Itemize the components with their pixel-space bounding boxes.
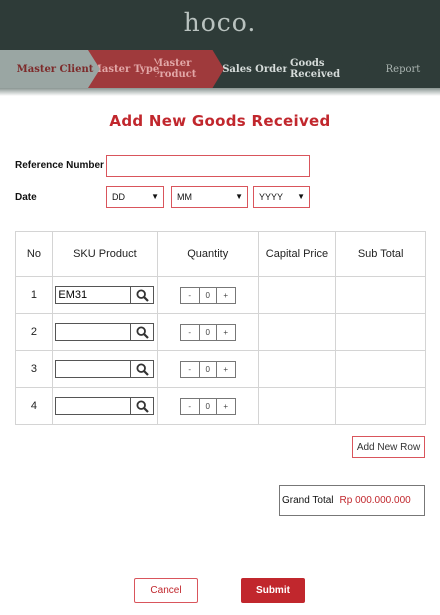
logo: hoco. xyxy=(183,8,257,37)
quantity-increment-button[interactable]: + xyxy=(217,362,235,377)
quantity-stepper: - 0 + xyxy=(179,286,236,304)
step-master-client[interactable]: Master Client xyxy=(0,50,100,88)
column-header-sub-total: Sub Total xyxy=(335,231,426,277)
month-select[interactable]: MM ▼ xyxy=(171,186,248,208)
quantity-cell: - 0 + xyxy=(156,350,259,388)
progress-stepper: Report Goods Received Sales Order Master… xyxy=(0,50,440,88)
quantity-cell: - 0 + xyxy=(156,313,259,351)
search-icon xyxy=(136,288,149,302)
row-number: 2 xyxy=(15,313,53,351)
year-select[interactable]: YYYY ▼ xyxy=(253,186,310,208)
step-label: Master Client xyxy=(16,63,94,75)
sku-field xyxy=(55,360,155,378)
search-icon xyxy=(136,325,149,339)
search-icon xyxy=(136,362,149,376)
quantity-decrement-button[interactable]: - xyxy=(181,288,199,303)
cancel-button[interactable]: Cancel xyxy=(134,578,198,603)
capital-price-cell xyxy=(257,313,337,351)
quantity-value[interactable]: 0 xyxy=(198,361,217,377)
row-number: 1 xyxy=(15,276,53,314)
sku-search-button[interactable] xyxy=(130,398,153,414)
table-row: 4 - 0 + xyxy=(15,387,426,425)
step-label: Sales Order xyxy=(222,63,288,75)
step-label: Goods Received xyxy=(290,58,341,80)
month-select-value: MM xyxy=(177,192,192,202)
sub-total-cell xyxy=(335,350,426,388)
step-label: Master Type xyxy=(90,63,160,75)
row-number: 4 xyxy=(15,387,53,425)
sub-total-cell xyxy=(335,276,426,314)
quantity-decrement-button[interactable]: - xyxy=(181,399,199,414)
grand-total-label: Grand Total xyxy=(282,495,334,506)
sku-search-button[interactable] xyxy=(130,287,153,303)
column-header-capital-price: Capital Price xyxy=(257,231,337,277)
sku-cell xyxy=(51,350,158,388)
chevron-down-icon: ▼ xyxy=(151,192,159,201)
capital-price-cell xyxy=(257,350,337,388)
quantity-stepper: - 0 + xyxy=(179,360,236,378)
quantity-increment-button[interactable]: + xyxy=(217,288,235,303)
sku-input[interactable]: EM31 xyxy=(56,287,130,303)
date-label: Date xyxy=(15,192,37,203)
quantity-value[interactable]: 0 xyxy=(198,287,217,303)
sku-input[interactable] xyxy=(56,324,130,340)
add-new-row-button[interactable]: Add New Row xyxy=(352,436,425,458)
quantity-decrement-button[interactable]: - xyxy=(181,362,199,377)
reference-number-label: Reference Number xyxy=(15,160,104,171)
table-header-row: No SKU Product Quantity Capital Price Su… xyxy=(15,231,426,277)
sku-field xyxy=(55,397,155,415)
sku-input[interactable] xyxy=(56,361,130,377)
quantity-cell: - 0 + xyxy=(156,387,259,425)
grand-total-box: Grand Total Rp 000.000.000 xyxy=(279,485,425,516)
quantity-cell: - 0 + xyxy=(156,276,259,314)
quantity-increment-button[interactable]: + xyxy=(217,325,235,340)
sku-cell xyxy=(51,387,158,425)
goods-table: No SKU Product Quantity Capital Price Su… xyxy=(15,231,426,425)
sku-cell xyxy=(51,313,158,351)
quantity-stepper: - 0 + xyxy=(179,397,236,415)
column-header-no: No xyxy=(15,231,53,277)
app-header: hoco. xyxy=(0,0,440,50)
sku-input[interactable] xyxy=(56,398,130,414)
capital-price-cell xyxy=(257,276,337,314)
table-row: 1 EM31 - 0 + xyxy=(15,276,426,314)
chevron-down-icon: ▼ xyxy=(297,192,305,201)
sku-search-button[interactable] xyxy=(130,324,153,340)
step-goods-received[interactable]: Goods Received xyxy=(280,50,370,88)
sku-cell: EM31 xyxy=(51,276,158,314)
quantity-value[interactable]: 0 xyxy=(198,324,217,340)
sub-total-cell xyxy=(335,387,426,425)
capital-price-cell xyxy=(257,387,337,425)
table-row: 2 - 0 + xyxy=(15,313,426,351)
year-select-value: YYYY xyxy=(259,192,284,202)
sub-total-cell xyxy=(335,313,426,351)
quantity-increment-button[interactable]: + xyxy=(217,399,235,414)
chevron-down-icon: ▼ xyxy=(235,192,243,201)
stepbar-shadow xyxy=(0,88,440,96)
quantity-stepper: - 0 + xyxy=(179,323,236,341)
reference-number-input[interactable] xyxy=(106,155,310,177)
sku-search-button[interactable] xyxy=(130,361,153,377)
row-number: 3 xyxy=(15,350,53,388)
search-icon xyxy=(136,399,149,413)
column-header-sku: SKU Product xyxy=(51,231,158,277)
submit-button[interactable]: Submit xyxy=(241,578,305,603)
quantity-value[interactable]: 0 xyxy=(198,398,217,414)
day-select[interactable]: DD ▼ xyxy=(106,186,164,208)
grand-total-value: Rp 000.000.000 xyxy=(339,495,411,506)
sku-field xyxy=(55,323,155,341)
step-label: Report xyxy=(385,63,421,75)
column-header-quantity: Quantity xyxy=(156,231,259,277)
day-select-value: DD xyxy=(112,192,125,202)
step-label: Master Product xyxy=(152,58,197,80)
quantity-decrement-button[interactable]: - xyxy=(181,325,199,340)
page-title: Add New Goods Received xyxy=(109,112,331,130)
sku-field: EM31 xyxy=(55,286,155,304)
table-row: 3 - 0 + xyxy=(15,350,426,388)
